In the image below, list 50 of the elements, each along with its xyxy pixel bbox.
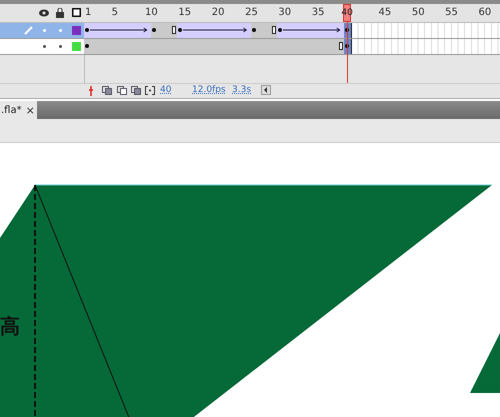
- layer-row[interactable]: [0, 23, 500, 39]
- frame-number: 25: [245, 7, 258, 18]
- end-frame-icon: [172, 26, 176, 34]
- tween-arrow-icon: [90, 27, 148, 33]
- tween-span[interactable]: [177, 23, 252, 38]
- frame-number: 10: [145, 7, 158, 18]
- frame-number: 15: [178, 7, 192, 18]
- eye-icon[interactable]: [39, 9, 49, 17]
- center-frame-icon[interactable]: [88, 86, 94, 96]
- keyframe-dot-icon: [85, 28, 89, 32]
- document-tab[interactable]: .fla* ×: [0, 101, 37, 119]
- keyframe-dot-icon: [252, 28, 256, 32]
- frame-span[interactable]: [250, 23, 278, 38]
- layer-color-swatch[interactable]: [72, 42, 81, 51]
- frame-number: 1: [85, 7, 92, 18]
- keyframe-dot-icon: [178, 28, 182, 32]
- edit-markers-icon[interactable]: [145, 86, 155, 95]
- outline-icon[interactable]: [72, 8, 81, 17]
- keyframe-dot-icon: [85, 44, 89, 48]
- frame-number: 60: [478, 7, 492, 18]
- frame-number: 20: [212, 7, 224, 18]
- end-frame-icon: [272, 26, 276, 34]
- frame-rate[interactable]: 12.0fps: [192, 85, 226, 95]
- tween-arrow-icon: [283, 27, 342, 33]
- elapsed-time[interactable]: 3.3s: [232, 85, 252, 95]
- frame-number: 45: [378, 7, 392, 18]
- frame-number: 35: [312, 7, 324, 18]
- lock-icon[interactable]: [56, 8, 64, 18]
- frame-number: 55: [445, 7, 458, 18]
- tween-arrow-icon: [183, 27, 248, 33]
- frame-number: 30: [278, 7, 292, 18]
- layer-color-swatch[interactable]: [72, 26, 81, 35]
- visibility-dot-icon[interactable]: [43, 45, 46, 48]
- stage-text: 高: [0, 313, 20, 340]
- tween-span[interactable]: [277, 23, 346, 38]
- pencil-icon: [24, 25, 34, 35]
- visibility-dot-icon[interactable]: [43, 29, 46, 32]
- frame-number: 5: [112, 7, 118, 18]
- end-frame-icon: [339, 42, 344, 50]
- close-button[interactable]: ×: [26, 104, 35, 116]
- keyframe-dot-icon: [152, 28, 156, 32]
- lock-dot-icon[interactable]: [59, 45, 62, 48]
- frame-span[interactable]: [150, 23, 178, 38]
- current-frame[interactable]: 40: [160, 85, 172, 95]
- frame-number: 50: [412, 7, 425, 18]
- playhead[interactable]: 40: [343, 4, 352, 22]
- scroll-left-button[interactable]: [261, 85, 271, 95]
- tween-span[interactable]: [84, 23, 152, 38]
- keyframe-dot-icon: [278, 28, 282, 32]
- lock-dot-icon[interactable]: [59, 29, 62, 32]
